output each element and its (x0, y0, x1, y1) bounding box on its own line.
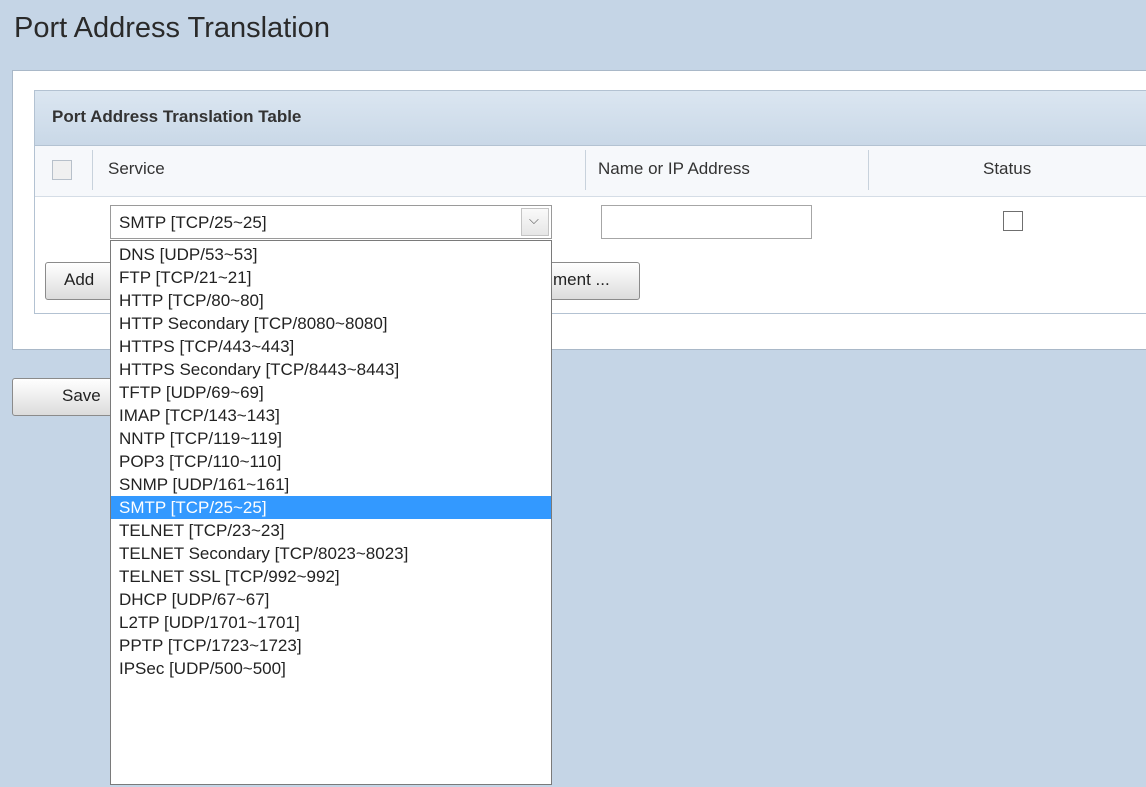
table-title: Port Address Translation Table (52, 107, 302, 126)
column-header-service: Service (108, 159, 165, 178)
dropdown-option[interactable]: TELNET Secondary [TCP/8023~8023] (111, 542, 551, 565)
status-checkbox[interactable] (1003, 211, 1023, 231)
column-divider (92, 150, 93, 190)
dropdown-option[interactable]: DHCP [UDP/67~67] (111, 588, 551, 611)
dropdown-option[interactable]: SMTP [TCP/25~25] (111, 496, 551, 519)
page-title: Port Address Translation (14, 12, 330, 44)
dropdown-option[interactable]: HTTP Secondary [TCP/8080~8080] (111, 312, 551, 335)
name-or-ip-input[interactable] (601, 205, 812, 239)
service-management-button-label: ment ... (553, 270, 610, 289)
add-button-label: Add (64, 270, 95, 289)
dropdown-option[interactable]: L2TP [UDP/1701~1701] (111, 611, 551, 634)
dropdown-option[interactable]: IMAP [TCP/143~143] (111, 404, 551, 427)
column-header-name-or-ip: Name or IP Address (598, 159, 750, 178)
chevron-down-icon: ⌵ (529, 212, 539, 227)
dropdown-option[interactable]: TELNET SSL [TCP/992~992] (111, 565, 551, 588)
dropdown-option[interactable]: TELNET [TCP/23~23] (111, 519, 551, 542)
dropdown-option[interactable]: HTTPS [TCP/443~443] (111, 335, 551, 358)
dropdown-option[interactable]: HTTPS Secondary [TCP/8443~8443] (111, 358, 551, 381)
dropdown-option[interactable]: PPTP [TCP/1723~1723] (111, 634, 551, 657)
column-header-row (35, 146, 1146, 197)
column-divider (585, 150, 586, 190)
dropdown-option[interactable]: HTTP [TCP/80~80] (111, 289, 551, 312)
save-button-label: Save (62, 386, 101, 405)
dropdown-option[interactable]: SNMP [UDP/161~161] (111, 473, 551, 496)
dropdown-option[interactable]: POP3 [TCP/110~110] (111, 450, 551, 473)
select-all-checkbox[interactable] (52, 160, 72, 180)
dropdown-arrow-button[interactable]: ⌵ (521, 208, 549, 236)
column-divider (868, 150, 869, 190)
service-select[interactable]: SMTP [TCP/25~25] ⌵ (110, 205, 552, 239)
service-dropdown-list[interactable]: DNS [UDP/53~53] FTP [TCP/21~21] HTTP [TCP/… (110, 240, 552, 785)
dropdown-option[interactable]: DNS [UDP/53~53] (111, 243, 551, 266)
dropdown-option[interactable]: FTP [TCP/21~21] (111, 266, 551, 289)
dropdown-option[interactable]: TFTP [UDP/69~69] (111, 381, 551, 404)
dropdown-option[interactable]: NNTP [TCP/119~119] (111, 427, 551, 450)
service-select-value: SMTP [TCP/25~25] (119, 213, 267, 232)
dropdown-option[interactable]: IPSec [UDP/500~500] (111, 657, 551, 680)
column-header-status: Status (983, 159, 1032, 178)
